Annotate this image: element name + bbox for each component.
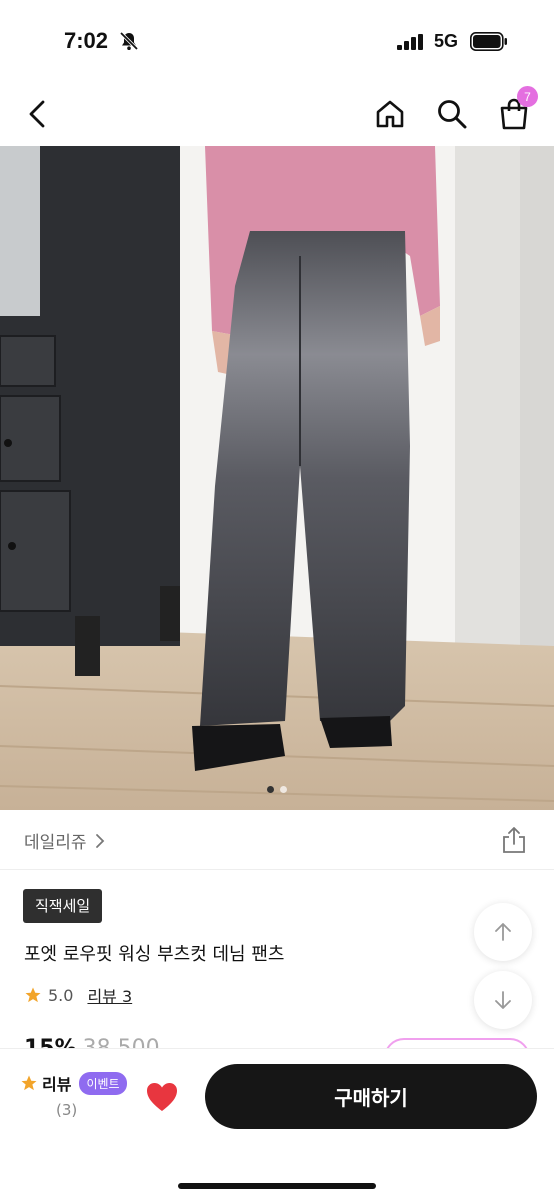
home-icon <box>376 100 404 128</box>
heart-icon <box>147 1083 177 1111</box>
share-icon <box>503 827 525 853</box>
brand-link[interactable]: 데일리쥬 <box>24 828 105 853</box>
network-type: 5G <box>434 31 459 51</box>
chevron-left-icon <box>29 100 45 128</box>
arrow-up-icon <box>495 923 511 941</box>
product-photo <box>0 146 554 810</box>
bell-off-icon <box>119 31 139 51</box>
pagination-dot <box>280 786 287 793</box>
like-button[interactable] <box>144 1079 180 1115</box>
product-image[interactable] <box>0 146 554 810</box>
rating-score: 5.0 <box>48 985 74 1005</box>
home-button[interactable] <box>368 92 412 136</box>
pagination-dot-active <box>267 786 274 793</box>
star-icon <box>21 1075 37 1091</box>
scroll-top-button[interactable] <box>474 903 532 961</box>
cart-count-badge: 7 <box>517 86 538 107</box>
cart-button[interactable]: 7 <box>492 86 538 136</box>
status-bar: 7:02 5G <box>0 0 554 80</box>
review-count: (3) <box>56 1101 78 1119</box>
buy-button[interactable]: 구매하기 <box>205 1064 537 1129</box>
star-icon <box>25 987 41 1003</box>
brand-name: 데일리쥬 <box>24 833 87 853</box>
rating-row: 5.0 리뷰 3 <box>24 983 132 1007</box>
chevron-right-icon <box>95 833 104 848</box>
back-button[interactable] <box>16 92 60 136</box>
share-button[interactable] <box>498 824 530 856</box>
brand-row: 데일리쥬 <box>0 810 554 870</box>
cellular-signal-icon <box>397 34 423 50</box>
review-link[interactable]: 리뷰 3 <box>87 983 132 1007</box>
bottom-action-bar: 리뷰 이벤트 (3) 구매하기 <box>0 1048 554 1200</box>
review-summary-button[interactable]: 리뷰 이벤트 (3) <box>20 1071 130 1119</box>
top-nav: 7 <box>0 80 554 146</box>
search-button[interactable] <box>430 92 474 136</box>
search-icon <box>438 100 467 129</box>
scroll-bottom-button[interactable] <box>474 971 532 1029</box>
product-title: 포엣 로우핏 워싱 부츠컷 데님 팬츠 <box>24 944 285 965</box>
event-badge: 이벤트 <box>79 1071 127 1095</box>
review-label: 리뷰 <box>42 1075 72 1094</box>
home-indicator <box>178 1183 376 1189</box>
battery-icon <box>470 32 507 51</box>
sale-badge: 직잭세일 <box>23 889 103 923</box>
status-time: 7:02 <box>64 28 109 53</box>
arrow-down-icon <box>495 991 511 1009</box>
gallery-pagination <box>0 786 554 793</box>
